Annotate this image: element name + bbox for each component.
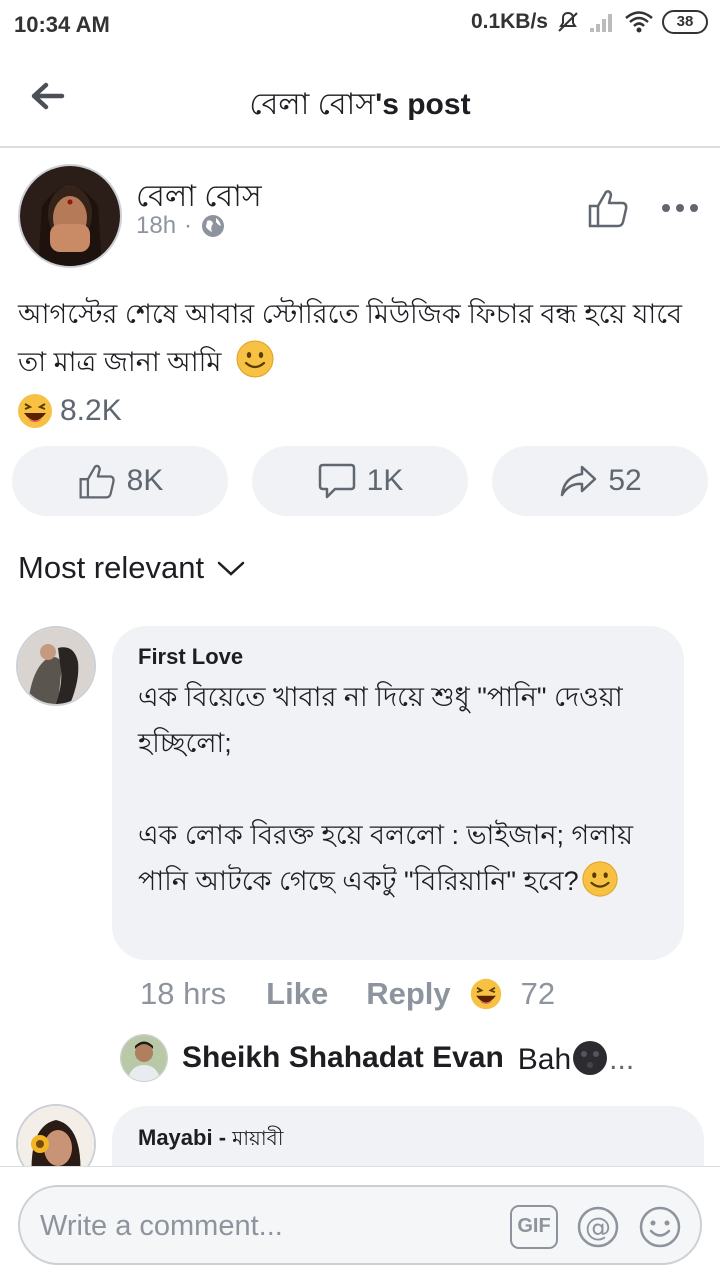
slightly-smiling-emoji-icon	[582, 861, 618, 897]
post-time[interactable]: 18h	[136, 212, 176, 240]
comment-reaction-count[interactable]: 72	[521, 976, 555, 1012]
share-button[interactable]: 52	[492, 446, 708, 516]
comment-reply-button[interactable]: Reply	[366, 976, 450, 1012]
comment-author-name-bn: মায়াবী	[232, 1128, 284, 1150]
wifi-icon	[625, 11, 653, 33]
haha-emoji-icon	[470, 978, 501, 1010]
reply-body: Bah	[517, 1043, 572, 1076]
comment-composer: GIF @	[18, 1185, 702, 1265]
comment-actions: 18 hrs Like Reply 72	[140, 976, 555, 1012]
comment-bubble[interactable]: First Love এক বিয়েতে খাবার না দিয়ে শুধ…	[112, 626, 684, 960]
globe-icon	[202, 215, 225, 237]
sort-label: Most relevant	[18, 550, 205, 585]
reply-author-photo	[121, 1035, 167, 1081]
chevron-down-icon	[217, 561, 245, 576]
thumbs-up-icon	[79, 464, 115, 499]
comment-time[interactable]: 18 hrs	[140, 976, 226, 1012]
comment-button[interactable]: 1K	[252, 446, 468, 516]
reply-text: Bah ...	[518, 1039, 634, 1077]
page-title: বেলা বোস's post	[0, 80, 720, 131]
status-indicators: 0.1KB/s 38	[471, 10, 708, 34]
signal-icon	[590, 14, 612, 32]
post-text: আগস্টের শেষে আবার স্টোরিতে মিউজিক ফিচার …	[18, 290, 698, 386]
comment-count: 1K	[366, 464, 404, 497]
reply-preview[interactable]: Sheikh Shahadat Evan Bah ...	[120, 1034, 634, 1082]
svg-text:@: @	[585, 1213, 611, 1243]
like-button[interactable]: 8K	[12, 446, 228, 516]
mute-icon	[558, 11, 578, 32]
new-moon-face-emoji-icon	[573, 1041, 608, 1075]
author-avatar[interactable]	[18, 164, 122, 268]
comment-body: এক বিয়েতে খাবার না দিয়ে শুধু "পানি" দে…	[138, 682, 634, 896]
comment-text: এক বিয়েতে খাবার না দিয়ে শুধু "পানি" দে…	[138, 674, 658, 904]
gif-label: GIF	[517, 1215, 551, 1237]
post-actions: 8K 1K 52	[12, 446, 708, 516]
reaction-summary[interactable]: 8.2K	[16, 392, 122, 430]
comment-bubble-icon	[318, 463, 355, 499]
slightly-smiling-emoji-icon	[236, 340, 274, 378]
emoji-icon[interactable]	[638, 1205, 682, 1249]
page-title-name: বেলা বোস	[249, 88, 376, 121]
status-time: 10:34 AM	[14, 12, 110, 37]
network-speed: 0.1KB/s	[470, 10, 548, 33]
comment-sort-dropdown[interactable]: Most relevant	[18, 550, 246, 586]
commenter-photo	[18, 628, 94, 704]
share-count: 52	[608, 464, 642, 497]
post-body: আগস্টের শেষে আবার স্টোরিতে মিউজিক ফিচার …	[18, 299, 683, 377]
status-bar: 10:34 AM 0.1KB/s 38	[0, 0, 720, 52]
haha-emoji-icon	[18, 394, 52, 428]
comment-like-button[interactable]: Like	[266, 976, 328, 1012]
comment-input[interactable]	[40, 1201, 500, 1251]
gif-button[interactable]: GIF	[510, 1205, 558, 1249]
commenter-avatar[interactable]	[16, 626, 96, 706]
like-count: 8K	[126, 464, 164, 497]
author-photo	[20, 166, 120, 266]
mention-icon[interactable]: @	[576, 1205, 620, 1249]
battery-indicator: 38	[662, 10, 708, 34]
comment-author-name: Mayabi -	[138, 1125, 233, 1150]
reply-ellipsis: ...	[609, 1043, 635, 1076]
meta-separator: ·	[184, 212, 193, 239]
comment-author[interactable]: Mayabi - মায়াবী	[138, 1124, 678, 1157]
reaction-count: 8.2K	[60, 394, 122, 427]
header: বেলা বোস's post	[0, 52, 720, 148]
more-options-icon[interactable]	[660, 200, 700, 216]
share-arrow-icon	[561, 465, 597, 497]
post-meta: 18h ·	[136, 212, 226, 240]
comment-author[interactable]: First Love	[138, 644, 658, 670]
page-title-suffix: 's post	[375, 88, 471, 121]
thumbs-up-icon[interactable]	[586, 186, 630, 230]
comment-composer-bar: GIF @	[0, 1166, 720, 1280]
reply-author: Sheikh Shahadat Evan	[182, 1041, 504, 1074]
reply-avatar	[120, 1034, 168, 1082]
